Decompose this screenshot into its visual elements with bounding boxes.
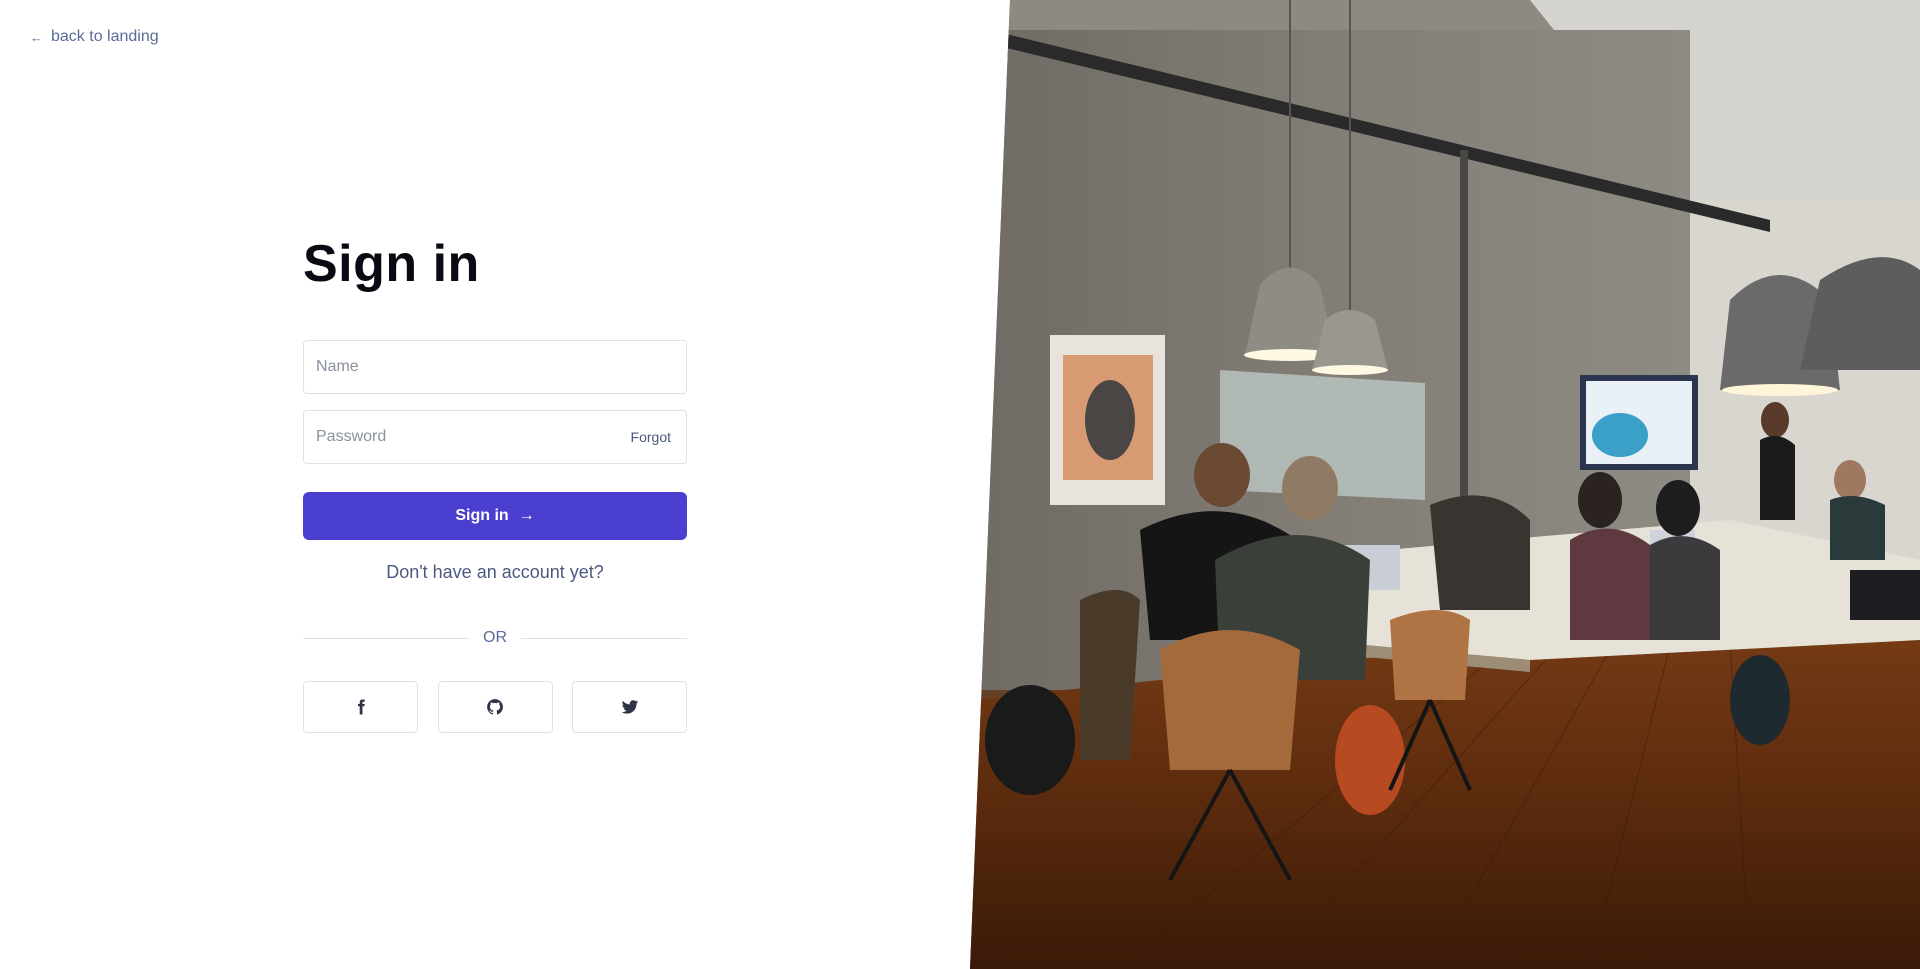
divider-line-left (303, 637, 469, 639)
divider-label: OR (483, 629, 507, 646)
arrow-left-icon: ← (30, 29, 43, 45)
sign-in-page: ← back to landing Sign in Forgot Sign in… (0, 0, 1920, 969)
arrow-right-icon: → (518, 507, 535, 524)
twitter-icon (621, 700, 638, 714)
meeting-room-illustration (970, 0, 1920, 969)
facebook-login-button[interactable] (303, 681, 418, 733)
back-to-landing-link[interactable]: ← back to landing (30, 28, 159, 46)
password-field-wrapper: Forgot (303, 410, 687, 464)
page-title: Sign in (303, 235, 480, 293)
or-divider: OR (303, 629, 687, 647)
sign-in-button[interactable]: Sign in → (303, 492, 687, 540)
name-field-wrapper (303, 340, 687, 394)
password-input[interactable] (304, 411, 686, 463)
divider-line-right (521, 637, 687, 639)
github-icon (487, 699, 503, 715)
twitter-login-button[interactable] (572, 681, 687, 733)
meeting-room-photo (970, 0, 1920, 969)
forgot-password-link[interactable]: Forgot (631, 429, 671, 445)
name-input[interactable] (304, 341, 686, 393)
social-login-buttons (303, 681, 687, 733)
github-login-button[interactable] (437, 681, 553, 733)
sign-in-form: Sign in Forgot Sign in → Don't have an a… (303, 232, 687, 733)
back-link-label: back to landing (51, 28, 159, 45)
facebook-icon (357, 699, 365, 715)
signup-link[interactable]: Don't have an account yet? (303, 562, 687, 583)
sign-in-button-label: Sign in (455, 507, 509, 524)
